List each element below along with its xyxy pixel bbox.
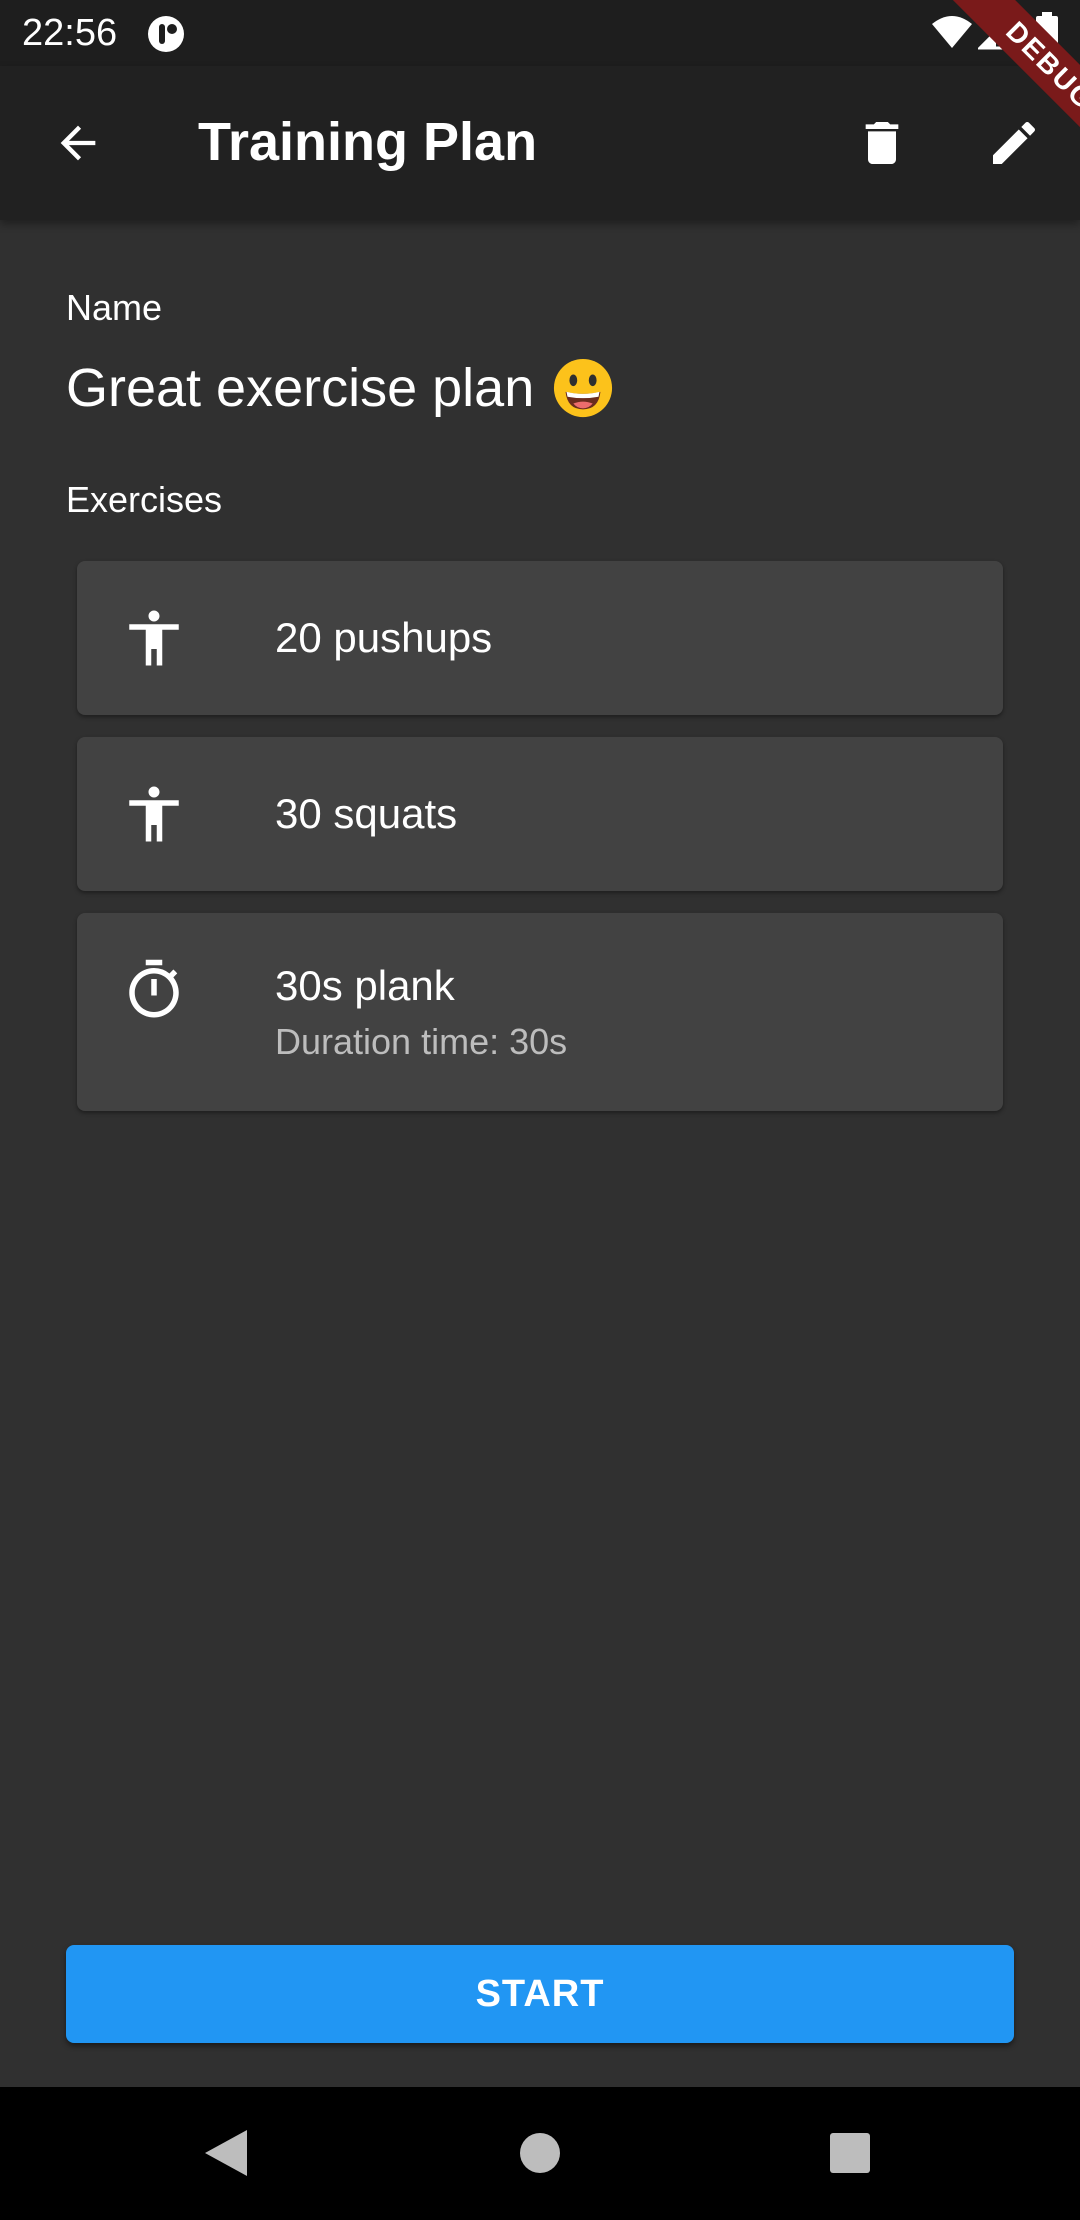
page-title: Training Plan xyxy=(198,112,538,172)
edit-button[interactable] xyxy=(966,95,1062,191)
triangle-back-icon xyxy=(205,2130,247,2176)
plan-name-text: Great exercise plan xyxy=(66,358,535,418)
exercise-title: 20 pushups xyxy=(275,614,493,661)
edit-icon xyxy=(993,121,1036,164)
grinning-face-emoji-icon xyxy=(554,358,613,418)
square-recents-icon xyxy=(830,2133,870,2173)
wifi-icon xyxy=(932,16,972,48)
name-label: Name xyxy=(66,287,163,328)
accessibility-icon xyxy=(129,610,179,666)
exercise-title: 30s plank xyxy=(275,962,455,1009)
circle-home-icon xyxy=(520,2133,560,2173)
back-button[interactable] xyxy=(30,95,126,191)
nav-recents-button[interactable] xyxy=(814,2117,886,2189)
exercise-duration: Duration time: 30s xyxy=(275,1021,568,1062)
delete-icon xyxy=(865,122,899,164)
screen: 22:56 DEBUG Training Plan Name Great exe… xyxy=(0,0,1080,2220)
nav-back-button[interactable] xyxy=(190,2117,262,2189)
timer-icon xyxy=(129,959,179,1018)
nav-home-button[interactable] xyxy=(504,2117,576,2189)
exercise-card[interactable]: 30s plank Duration time: 30s xyxy=(77,913,1003,1111)
plan-name: Great exercise plan xyxy=(66,356,614,420)
exercise-title: 30 squats xyxy=(275,790,458,837)
delete-button[interactable] xyxy=(834,95,930,191)
status-time: 22:56 xyxy=(22,12,118,54)
app-notification-icon xyxy=(148,16,184,52)
app-bar: Training Plan xyxy=(0,66,1080,220)
back-arrow-icon xyxy=(60,125,96,161)
exercise-card[interactable]: 30 squats xyxy=(77,737,1003,891)
start-button[interactable]: START xyxy=(66,1945,1014,2043)
exercise-card[interactable]: 20 pushups xyxy=(77,561,1003,715)
status-bar: 22:56 xyxy=(0,0,1080,66)
exercises-label: Exercises xyxy=(66,479,223,520)
navigation-bar xyxy=(0,2087,1080,2220)
accessibility-icon xyxy=(129,786,179,842)
